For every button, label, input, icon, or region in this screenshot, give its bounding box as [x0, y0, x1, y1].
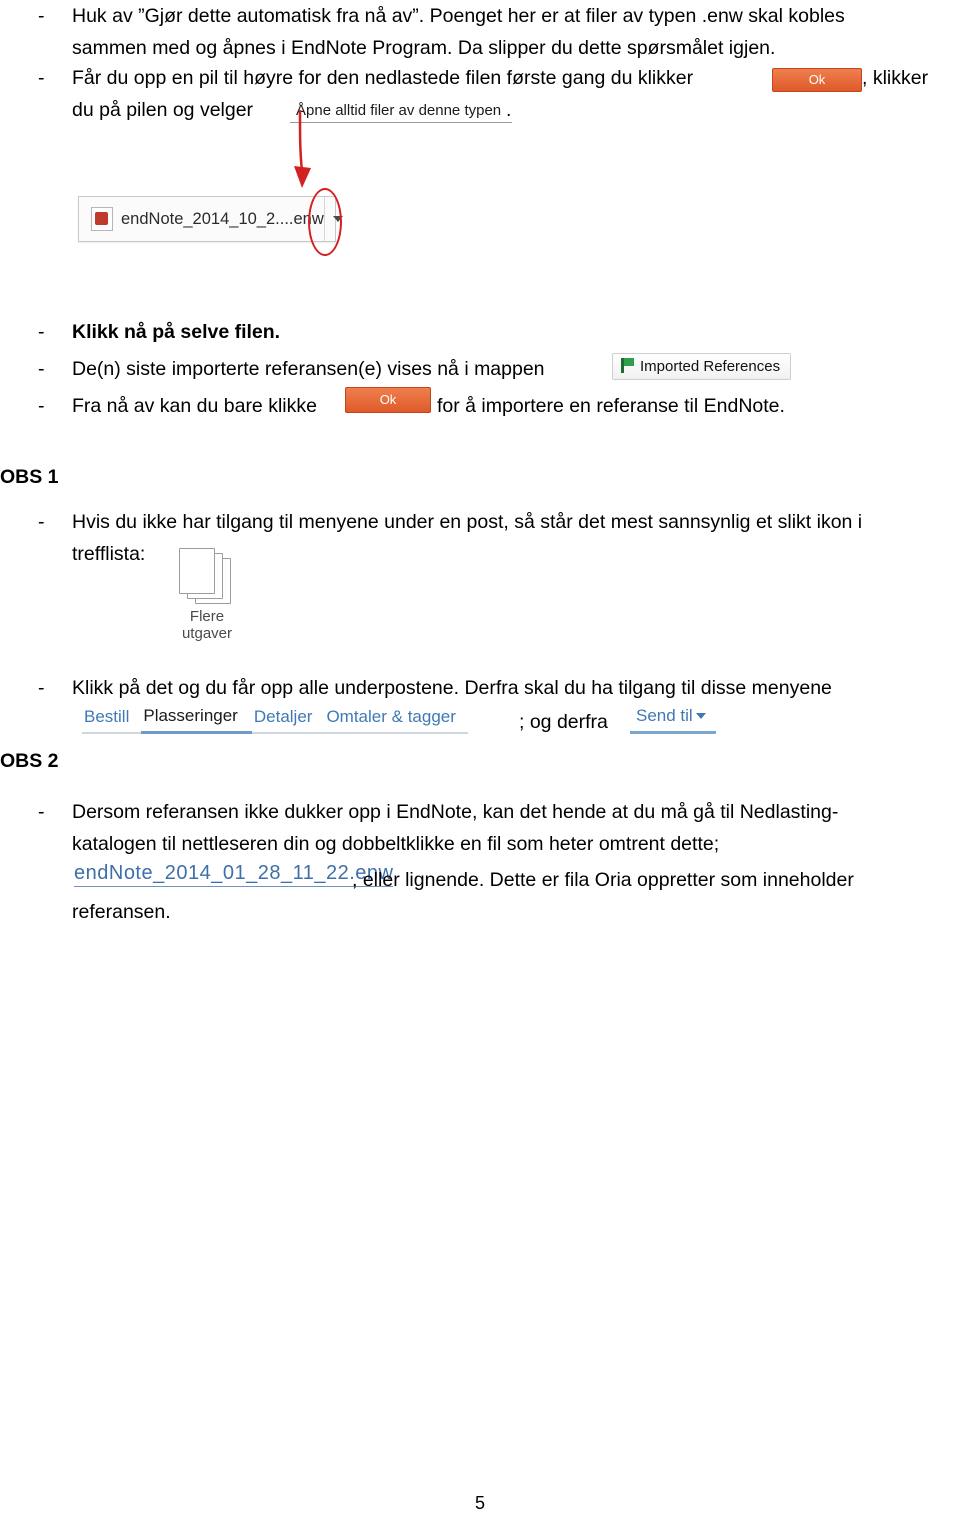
record-tabs: Bestill Plasseringer Detaljer Omtaler & … [82, 706, 468, 734]
bullet-8-line-4: referansen. [72, 901, 171, 923]
bullet-6-marker: - [38, 511, 45, 533]
chevron-down-icon [695, 713, 706, 719]
annotation-ellipse [308, 188, 342, 256]
document-sheet-front [179, 548, 215, 594]
bullet-2-line-2-pre: du på pilen og velger [72, 99, 254, 121]
bullet-2-line-2-post: . [506, 99, 512, 121]
flag-icon [621, 358, 635, 373]
download-file-name: endNote_2014_10_2....enw [121, 209, 324, 228]
bullet-6-line-2: trefflista: [72, 543, 146, 565]
tab-omtaler-og-tagger[interactable]: Omtaler & tagger [324, 707, 468, 734]
send-til-button[interactable]: Send til [630, 706, 716, 734]
open-always-menu-item[interactable]: Åpne alltid filer av denne typen [290, 100, 512, 123]
ok-button-top-label: Ok [808, 72, 826, 87]
bullet-6-line-1: Hvis du ikke har tilgang til menyene und… [72, 511, 863, 533]
document-page: - Huk av ”Gjør dette automatisk fra nå a… [0, 0, 960, 1521]
send-til-label: Send til [636, 706, 693, 725]
bullet-1-line-1: Huk av ”Gjør dette automatisk fra nå av”… [72, 5, 845, 27]
bullet-8-line-2: katalogen til nettleseren din og dobbelt… [72, 833, 720, 855]
ok-button-inline-label: Ok [379, 392, 397, 407]
imported-references-label: Imported References [640, 358, 781, 375]
bullet-5-text-pre: Fra nå av kan du bare klikke [72, 395, 317, 417]
bullet-5-marker: - [38, 395, 45, 417]
bullet-8-line-3-mid: , eller lignende. Dette er fila Oria opp… [352, 869, 854, 891]
bullet-3-text: Klikk nå på selve filen. [72, 321, 281, 343]
bullet-8-line-1: Dersom referansen ikke dukker opp i EndN… [72, 801, 839, 823]
tab-bestill[interactable]: Bestill [82, 707, 142, 734]
obs-1-label: OBS 1 [0, 466, 59, 488]
bullet-3-marker: - [38, 321, 45, 343]
bullet-7-marker: - [38, 677, 45, 699]
bullet-2-marker: - [38, 67, 45, 89]
bullet-8-marker: - [38, 801, 45, 823]
bullet-2-line-1-pre: Får du opp en pil til høyre for den nedl… [72, 67, 694, 89]
flere-utgaver-line-1: Flere [189, 608, 225, 625]
bullet-5-text-post: for å importere en referanse til EndNote… [437, 395, 785, 417]
stacked-documents-icon [179, 548, 235, 606]
ok-button-top[interactable]: Ok [772, 68, 862, 92]
bullet-1-marker: - [38, 5, 45, 27]
bullet-4-marker: - [38, 358, 45, 380]
obs-2-label: OBS 2 [0, 750, 59, 772]
enw-file-icon [91, 207, 113, 231]
bullet-1-line-2: sammen med og åpnes i EndNote Program. D… [72, 37, 776, 59]
ok-button-inline[interactable]: Ok [345, 387, 431, 413]
bullet-4-text: De(n) siste importerte referansen(e) vis… [72, 358, 545, 380]
tab-plasseringer[interactable]: Plasseringer [141, 706, 252, 734]
open-always-menu-label: Åpne alltid filer av denne typen [296, 102, 502, 119]
imported-references-button[interactable]: Imported References [612, 353, 792, 380]
tab-detaljer[interactable]: Detaljer [251, 707, 325, 734]
flere-utgaver-line-2: utgaver [181, 625, 233, 642]
download-file-chip[interactable]: endNote_2014_10_2....enw [78, 196, 343, 242]
bullet-7-line-1: Klikk på det og du får opp alle underpos… [72, 677, 832, 699]
bullet-7-line-2-mid: ; og derfra [519, 711, 608, 733]
bullet-2-line-1-post: , klikker [862, 67, 929, 89]
endnote-file-name-link[interactable]: endNote_2014_01_28_11_22.enw [74, 862, 394, 887]
page-number: 5 [474, 1493, 485, 1513]
flere-utgaver-icon-block[interactable]: Flere utgaver [165, 548, 249, 642]
